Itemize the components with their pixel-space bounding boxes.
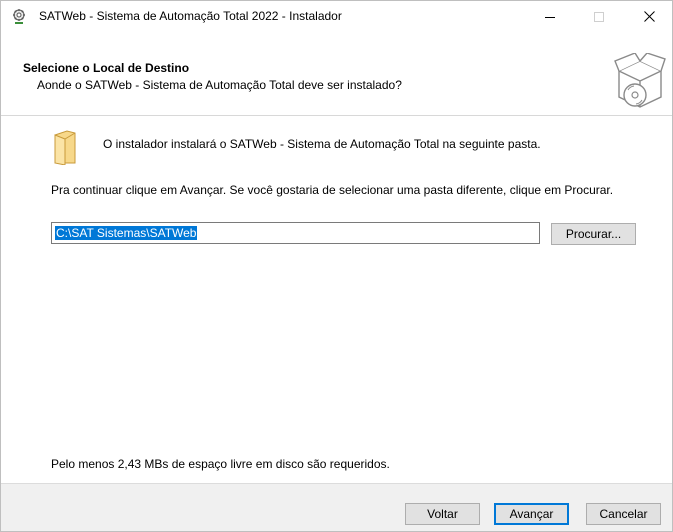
maximize-button[interactable] [576, 1, 622, 32]
maximize-icon [594, 11, 604, 22]
installer-window: SATWeb - Sistema de Automação Total 2022… [0, 0, 673, 532]
browse-button[interactable]: Procurar... [551, 223, 636, 245]
destination-path-value: C:\SAT Sistemas\SATWeb [55, 226, 198, 240]
continue-message: Pra continuar clique em Avançar. Se você… [51, 183, 614, 197]
cancel-button[interactable]: Cancelar [586, 503, 661, 525]
close-button[interactable] [626, 1, 672, 32]
title-bar[interactable]: SATWeb - Sistema de Automação Total 2022… [1, 1, 672, 32]
close-icon [643, 11, 655, 22]
install-message: O instalador instalará o SATWeb - Sistem… [103, 137, 541, 151]
minimize-button[interactable] [527, 1, 573, 32]
install-box-icon [614, 53, 666, 108]
destination-path-input[interactable]: C:\SAT Sistemas\SATWeb [51, 222, 540, 244]
window-title: SATWeb - Sistema de Automação Total 2022… [39, 9, 342, 23]
header-divider [1, 115, 672, 116]
folder-icon [54, 130, 76, 165]
disk-space-message: Pelo menos 2,43 MBs de espaço livre em d… [51, 457, 390, 471]
next-button[interactable]: Avançar [494, 503, 569, 525]
back-button[interactable]: Voltar [405, 503, 480, 525]
app-gear-icon [13, 9, 25, 24]
page-subtitle: Aonde o SATWeb - Sistema de Automação To… [37, 78, 402, 92]
header-panel: Selecione o Local de Destino Aonde o SAT… [1, 49, 672, 115]
footer-bar: Voltar Avançar Cancelar [1, 483, 672, 531]
minimize-icon [545, 16, 555, 18]
page-title: Selecione o Local de Destino [23, 61, 190, 75]
